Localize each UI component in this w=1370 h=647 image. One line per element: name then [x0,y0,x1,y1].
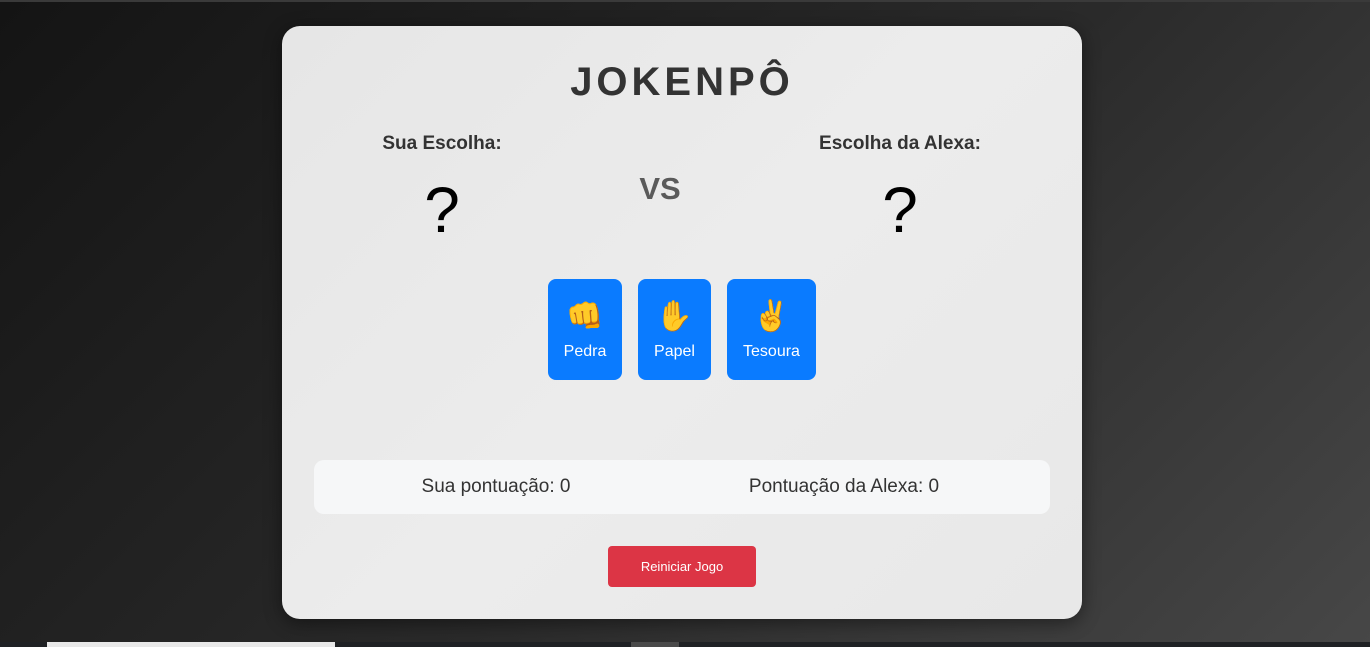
fist-icon: 👊 [566,300,604,333]
vs-label: VS [639,171,681,206]
player-score: Sua pontuação: 0 [421,476,571,497]
player-choice-display: ? [424,174,460,246]
taskbar-item[interactable] [47,642,335,647]
game-card: JOKENPÔ Sua Escolha: ? VS Escolha da Ale… [282,26,1082,619]
victory-hand-icon: ✌️ [752,300,791,333]
player-choice-label: Sua Escolha: [382,133,502,154]
scissors-button-label: Tesoura [743,343,800,360]
paper-button-label: Papel [654,343,695,360]
opponent-choice-label: Escolha da Alexa: [819,133,981,154]
scissors-button[interactable]: ✌️ Tesoura [727,279,816,380]
paper-button[interactable]: ✋ Papel [638,279,711,380]
rock-button[interactable]: 👊 Pedra [548,279,622,380]
opponent-score: Pontuação da Alexa: 0 [748,476,940,497]
opponent-choice-display: ? [882,174,918,246]
window-top-edge [0,0,1370,2]
game-title: JOKENPÔ [570,60,794,104]
rock-button-label: Pedra [563,343,607,360]
taskbar-item[interactable] [631,642,679,647]
score-panel: Sua pontuação: 0 Pontuação da Alexa: 0 [314,460,1050,514]
raised-hand-icon: ✋ [655,300,694,333]
reset-game-button[interactable]: Reiniciar Jogo [608,546,756,587]
